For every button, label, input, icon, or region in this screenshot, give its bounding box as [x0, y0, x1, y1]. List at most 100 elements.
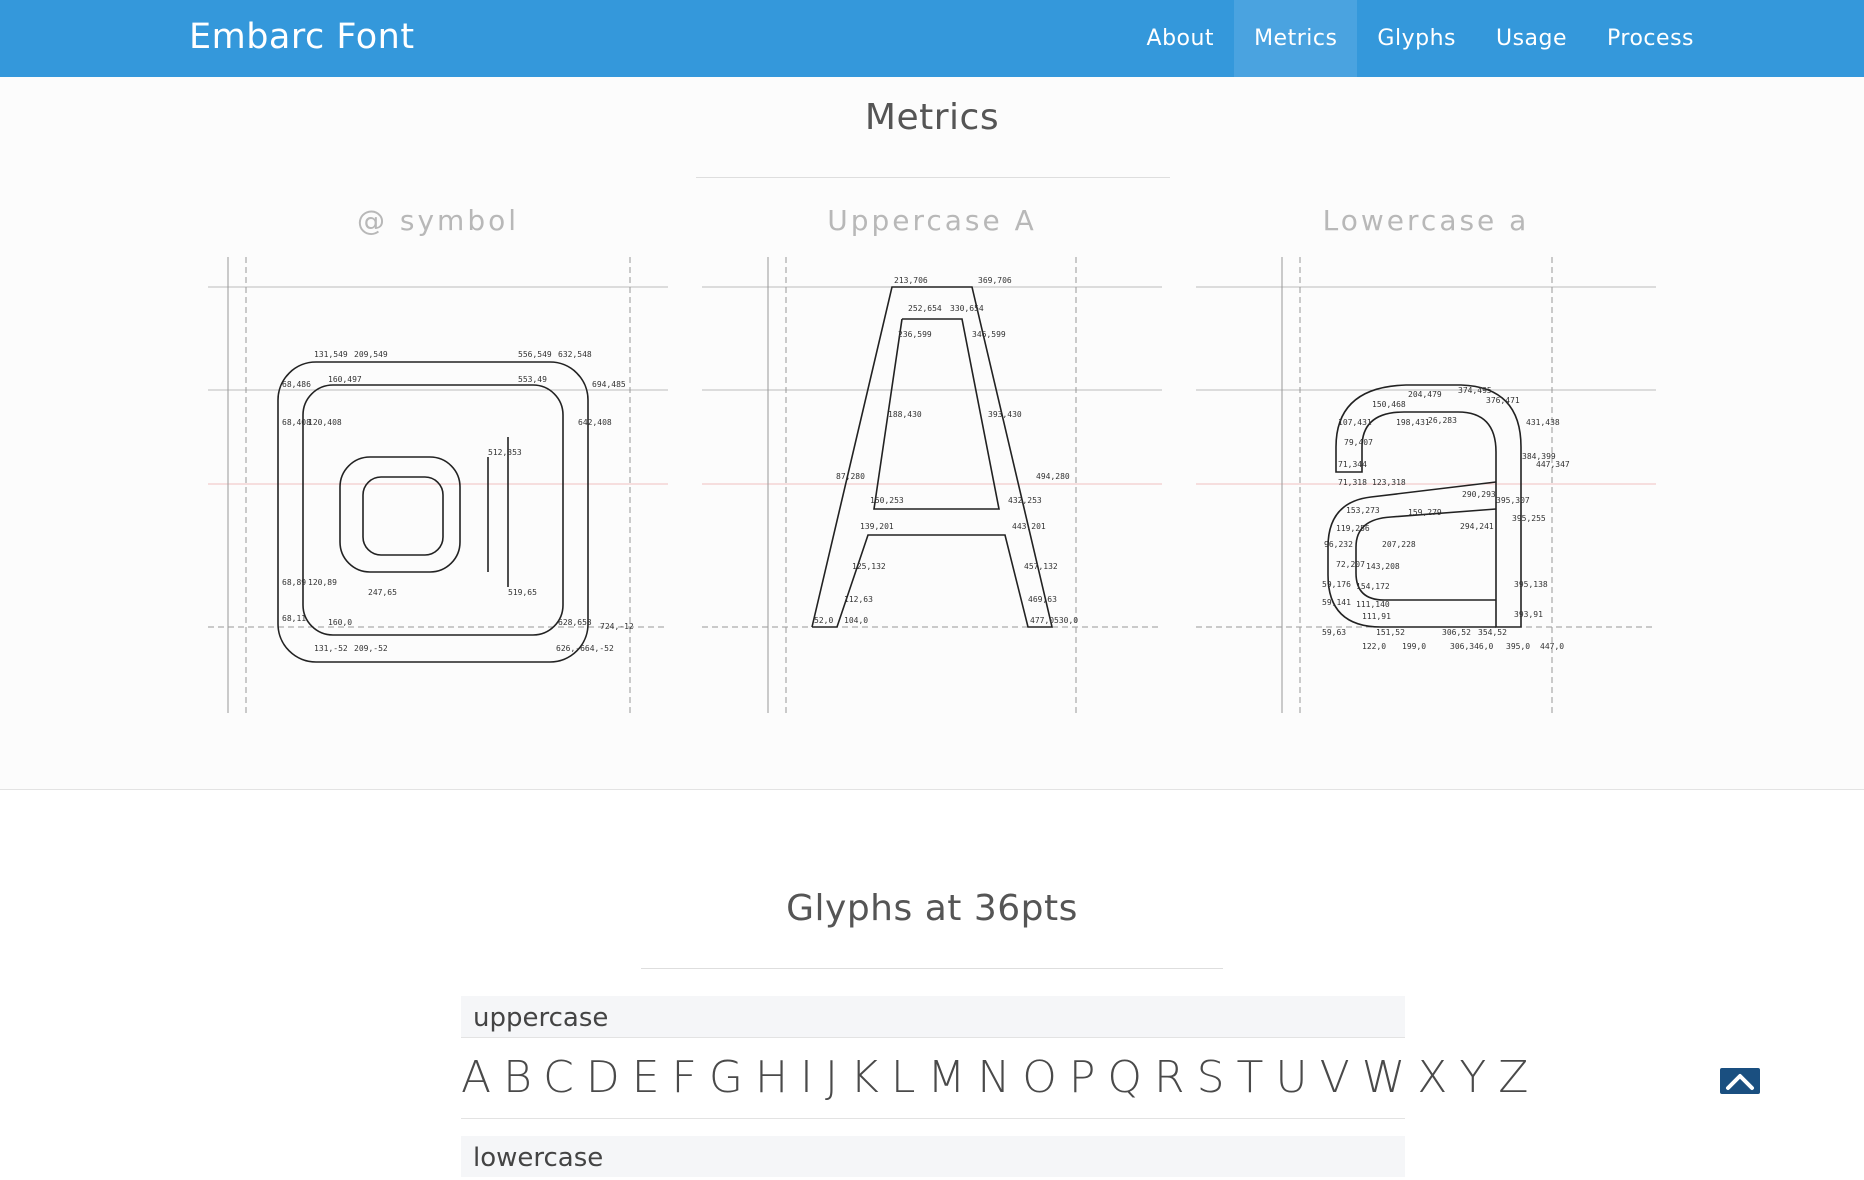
svg-text:122,0: 122,0 [1362, 642, 1386, 651]
svg-text:111,91: 111,91 [1362, 612, 1391, 621]
svg-text:628,653: 628,653 [558, 618, 592, 627]
svg-text:494,280: 494,280 [1036, 472, 1070, 481]
svg-text:153,273: 153,273 [1346, 506, 1380, 515]
svg-text:151,52: 151,52 [1376, 628, 1405, 637]
svg-text:395,307: 395,307 [1496, 496, 1530, 505]
svg-text:188,430: 188,430 [888, 410, 922, 419]
nav-item-about[interactable]: About [1127, 0, 1235, 77]
svg-text:395,0: 395,0 [1506, 642, 1530, 651]
uppercase-glyph-block: uppercase ABCDEFGHIJKLMNOPQRSTUVWXYZ [461, 996, 1528, 1119]
svg-text:68,408: 68,408 [282, 418, 311, 427]
svg-text:431,438: 431,438 [1526, 418, 1560, 427]
svg-text:530,0: 530,0 [1054, 616, 1078, 625]
svg-text:354,52: 354,52 [1478, 628, 1507, 637]
svg-text:123,318: 123,318 [1372, 478, 1406, 487]
glyphs-title-rule [641, 968, 1223, 969]
nav-item-usage[interactable]: Usage [1476, 0, 1587, 77]
svg-text:199,0: 199,0 [1402, 642, 1426, 651]
glyphs-title: Glyphs at 36pts [786, 888, 1078, 929]
svg-text:71,344: 71,344 [1338, 460, 1367, 469]
svg-text:236,599: 236,599 [898, 330, 932, 339]
svg-text:469,63: 469,63 [1028, 595, 1057, 604]
svg-text:369,706: 369,706 [978, 276, 1012, 285]
svg-text:519,65: 519,65 [508, 588, 537, 597]
svg-text:160,0: 160,0 [328, 618, 352, 627]
svg-text:376,471: 376,471 [1486, 396, 1520, 405]
svg-text:477,0: 477,0 [1030, 616, 1054, 625]
svg-text:107,431: 107,431 [1338, 418, 1372, 427]
svg-text:330,654: 330,654 [950, 304, 984, 313]
svg-text:207,228: 207,228 [1382, 540, 1416, 549]
svg-text:26,283: 26,283 [1428, 416, 1457, 425]
svg-text:52,0: 52,0 [814, 616, 833, 625]
svg-text:393,91: 393,91 [1514, 610, 1543, 619]
svg-text:694,485: 694,485 [592, 380, 626, 389]
svg-text:447,0: 447,0 [1540, 642, 1564, 651]
svg-text:306,346,0: 306,346,0 [1450, 642, 1494, 651]
svg-text:150,468: 150,468 [1372, 400, 1406, 409]
svg-text:393,430: 393,430 [988, 410, 1022, 419]
svg-text:209,-52: 209,-52 [354, 644, 388, 653]
svg-text:290,293: 290,293 [1462, 490, 1496, 499]
svg-text:68,11: 68,11 [282, 614, 306, 623]
svg-text:131,-52: 131,-52 [314, 644, 348, 653]
svg-text:111,140: 111,140 [1356, 600, 1390, 609]
lowercase-label: lowercase [461, 1136, 1405, 1177]
svg-text:512,353: 512,353 [488, 448, 522, 457]
svg-text:150,253: 150,253 [870, 496, 904, 505]
svg-text:626,-664,-52: 626,-664,-52 [556, 644, 614, 653]
brand-title[interactable]: Embarc Font [189, 17, 415, 57]
chevron-up-icon [1726, 1074, 1754, 1090]
svg-text:71,318: 71,318 [1338, 478, 1367, 487]
svg-text:143,208: 143,208 [1366, 562, 1400, 571]
svg-text:159,279: 159,279 [1408, 508, 1442, 517]
svg-text:252,654: 252,654 [908, 304, 942, 313]
metrics-diagram-lowercase-a: 150,468 204,479 374,495 376,471 107,431 198… [1196, 257, 1656, 713]
svg-text:346,599: 346,599 [972, 330, 1006, 339]
svg-text:209,549: 209,549 [354, 350, 388, 359]
svg-text:374,495: 374,495 [1458, 386, 1492, 395]
svg-text:432,253: 432,253 [1008, 496, 1042, 505]
panel-label-at-symbol: @ symbol [356, 204, 520, 237]
svg-text:119,256: 119,256 [1336, 524, 1370, 533]
svg-text:294,241: 294,241 [1460, 522, 1494, 531]
svg-text:395,255: 395,255 [1512, 514, 1546, 523]
uppercase-glyphs: ABCDEFGHIJKLMNOPQRSTUVWXYZ [461, 1038, 1528, 1119]
navbar: Embarc Font About Metrics Glyphs Usage P… [0, 0, 1864, 77]
svg-text:457,132: 457,132 [1024, 562, 1058, 571]
svg-text:306,52: 306,52 [1442, 628, 1471, 637]
svg-text:96,232: 96,232 [1324, 540, 1353, 549]
back-to-top-button[interactable] [1720, 1068, 1760, 1094]
nav-item-metrics[interactable]: Metrics [1234, 0, 1358, 77]
nav-item-process[interactable]: Process [1587, 0, 1714, 77]
svg-text:632,548: 632,548 [558, 350, 592, 359]
panel-label-uppercase-a: Uppercase A [827, 204, 1037, 237]
metrics-diagram-at-symbol: 131,549 209,549 556,549 632,548 68,486 160,… [208, 257, 668, 713]
svg-text:160,497: 160,497 [328, 375, 362, 384]
svg-text:154,172: 154,172 [1356, 582, 1390, 591]
svg-text:198,431: 198,431 [1396, 418, 1430, 427]
svg-text:59,63: 59,63 [1322, 628, 1346, 637]
glyphs-section: Glyphs at 36pts uppercase ABCDEFGHIJKLMN… [0, 790, 1864, 1177]
svg-text:139,201: 139,201 [860, 522, 894, 531]
lowercase-glyph-block: lowercase [461, 1136, 1405, 1177]
svg-text:642,408: 642,408 [578, 418, 612, 427]
nav-menu: About Metrics Glyphs Usage Process [1127, 0, 1714, 77]
metrics-title: Metrics [864, 97, 1000, 138]
svg-text:213,706: 213,706 [894, 276, 928, 285]
metrics-section: Metrics @ symbol Uppercase A Lowercase a [0, 77, 1864, 790]
svg-text:443,201: 443,201 [1012, 522, 1046, 531]
svg-text:112,63: 112,63 [844, 595, 873, 604]
svg-text:120,408: 120,408 [308, 418, 342, 427]
svg-text:68,89: 68,89 [282, 578, 306, 587]
metrics-title-rule [696, 177, 1170, 178]
svg-text:395,138: 395,138 [1514, 580, 1548, 589]
svg-text:59,141: 59,141 [1322, 598, 1351, 607]
svg-text:724,-12: 724,-12 [600, 622, 634, 631]
svg-text:556,549: 556,549 [518, 350, 552, 359]
panel-label-lowercase-a: Lowercase a [1322, 204, 1530, 237]
nav-item-glyphs[interactable]: Glyphs [1357, 0, 1476, 77]
svg-text:553,49: 553,49 [518, 375, 547, 384]
svg-text:120,89: 120,89 [308, 578, 337, 587]
svg-text:125,132: 125,132 [852, 562, 886, 571]
